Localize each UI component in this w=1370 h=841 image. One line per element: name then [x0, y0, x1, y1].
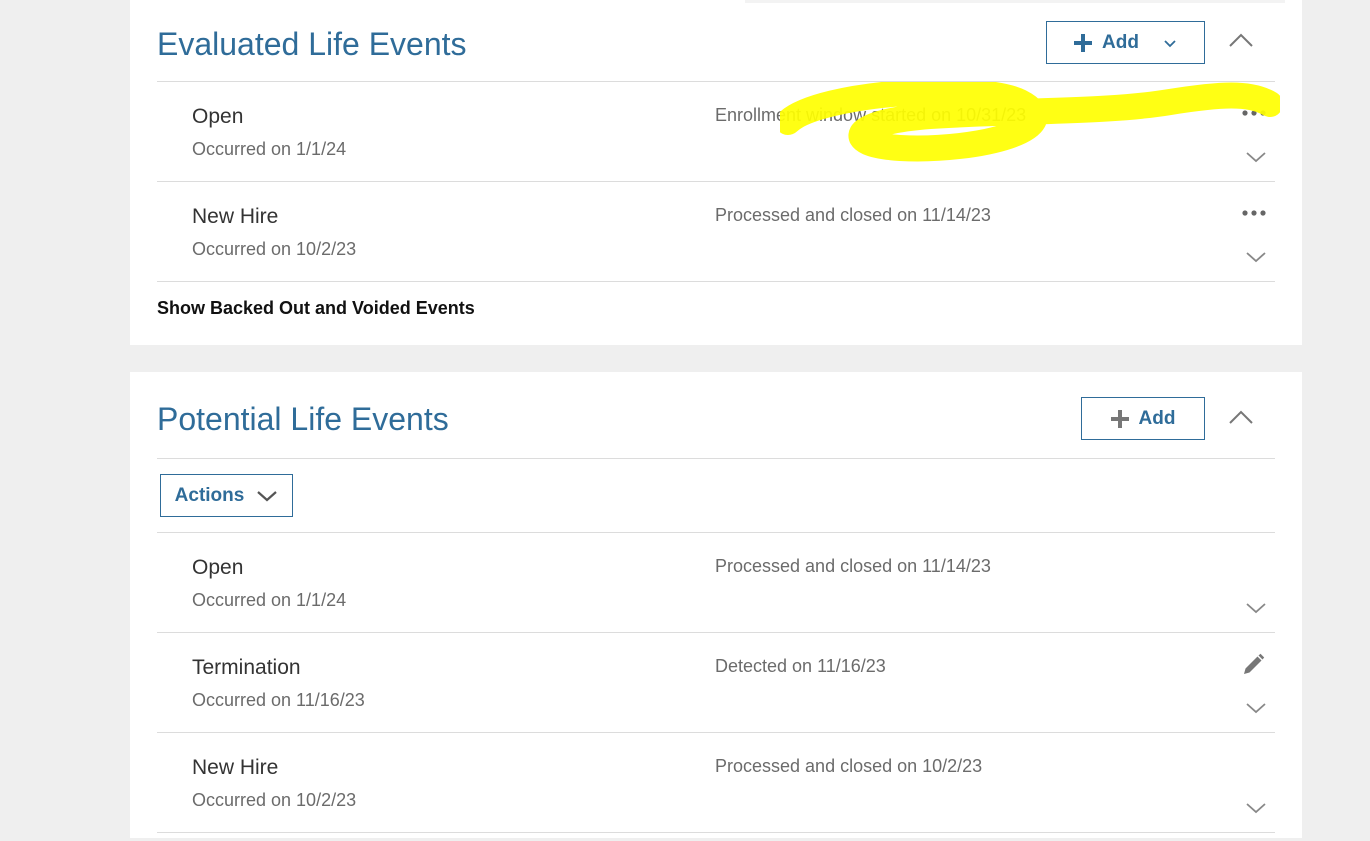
event-occurred: Occurred on 1/1/24 — [192, 590, 347, 610]
chevron-down-icon — [1164, 39, 1176, 47]
actions-dropdown-button[interactable]: Actions — [160, 474, 293, 517]
event-status: Detected on 11/16/23 — [715, 656, 886, 676]
potential-add-button[interactable]: Add — [1081, 397, 1205, 440]
potential-life-events-panel: Potential Life Events Add Actions Open O… — [130, 372, 1302, 838]
event-status: Processed and closed on 11/14/23 — [715, 205, 991, 225]
show-backed-out-voided-link[interactable]: Show Backed Out and Voided Events — [157, 298, 475, 319]
collapse-chevron-up-icon[interactable] — [1228, 32, 1254, 48]
evaluated-title: Evaluated Life Events — [157, 26, 467, 62]
chevron-down-icon — [257, 490, 278, 501]
potential-title: Potential Life Events — [157, 401, 449, 437]
more-options-icon[interactable] — [1241, 104, 1267, 122]
event-name: Termination — [192, 656, 301, 679]
event-status: Enrollment window started on 10/31/23 — [715, 105, 1027, 125]
life-event-row: Open Occurred on 1/1/24 Processed and cl… — [157, 533, 1275, 633]
expand-chevron-down-icon[interactable] — [1245, 150, 1267, 164]
potential-add-label: Add — [1138, 407, 1176, 429]
event-name: Open — [192, 556, 244, 579]
event-occurred: Occurred on 10/2/23 — [192, 239, 357, 259]
event-status: Processed and closed on 10/2/23 — [715, 756, 983, 776]
more-options-icon[interactable] — [1241, 204, 1267, 222]
plus-icon — [1074, 33, 1093, 52]
evaluated-add-button[interactable]: Add — [1046, 21, 1205, 64]
actions-label: Actions — [174, 484, 245, 506]
life-event-row: Open Occurred on 1/1/24 Enrollment windo… — [157, 82, 1275, 182]
plus-icon — [1110, 409, 1129, 428]
evaluated-add-label: Add — [1102, 31, 1139, 53]
event-occurred: Occurred on 10/2/23 — [192, 790, 357, 810]
event-occurred: Occurred on 11/16/23 — [192, 690, 365, 710]
event-occurred: Occurred on 1/1/24 — [192, 139, 347, 159]
expand-chevron-down-icon[interactable] — [1245, 250, 1267, 264]
expand-chevron-down-icon[interactable] — [1245, 801, 1267, 815]
expand-chevron-down-icon[interactable] — [1245, 701, 1267, 715]
life-event-row: New Hire Occurred on 10/2/23 Processed a… — [157, 182, 1275, 282]
event-name: New Hire — [192, 205, 279, 228]
collapse-chevron-up-icon[interactable] — [1228, 409, 1254, 425]
pencil-edit-icon[interactable] — [1241, 653, 1265, 677]
expand-chevron-down-icon[interactable] — [1245, 601, 1267, 615]
evaluated-life-events-panel: Evaluated Life Events Add Open Occurred … — [130, 0, 1302, 345]
event-name: Open — [192, 105, 244, 128]
event-status: Processed and closed on 11/14/23 — [715, 556, 991, 576]
top-strip — [745, 0, 1285, 3]
life-event-row: Termination Occurred on 11/16/23 Detecte… — [157, 633, 1275, 733]
event-name: New Hire — [192, 756, 279, 779]
life-event-row: New Hire Occurred on 10/2/23 Processed a… — [157, 733, 1275, 833]
divider — [157, 458, 1275, 459]
